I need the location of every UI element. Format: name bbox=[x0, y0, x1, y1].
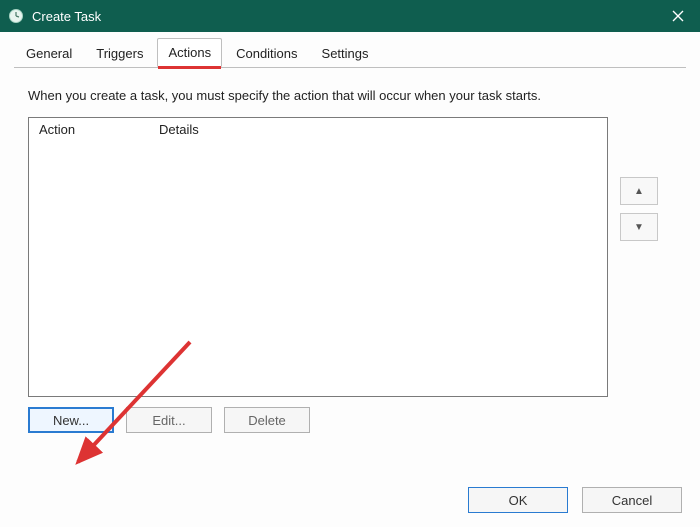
tab-description: When you create a task, you must specify… bbox=[14, 68, 686, 117]
tab-strip: General Triggers Actions Conditions Sett… bbox=[14, 38, 686, 68]
titlebar-controls bbox=[656, 0, 700, 32]
task-scheduler-icon bbox=[8, 8, 24, 24]
titlebar: Create Task bbox=[0, 0, 700, 32]
ok-button[interactable]: OK bbox=[468, 487, 568, 513]
close-button[interactable] bbox=[656, 0, 700, 32]
tab-label: Actions bbox=[168, 45, 211, 60]
button-label: Edit... bbox=[152, 413, 185, 428]
edit-button[interactable]: Edit... bbox=[126, 407, 212, 433]
list-action-buttons: New... Edit... Delete bbox=[14, 397, 686, 433]
column-header-action[interactable]: Action bbox=[39, 122, 159, 137]
actions-list[interactable]: Action Details bbox=[28, 117, 608, 397]
tab-label: Conditions bbox=[236, 46, 297, 61]
button-label: Delete bbox=[248, 413, 286, 428]
move-up-button[interactable]: ▲ bbox=[620, 177, 658, 205]
cancel-button[interactable]: Cancel bbox=[582, 487, 682, 513]
tab-label: Settings bbox=[322, 46, 369, 61]
move-down-button[interactable]: ▼ bbox=[620, 213, 658, 241]
annotation-underline bbox=[158, 66, 221, 69]
actions-list-area: Action Details ▲ ▼ bbox=[14, 117, 686, 397]
chevron-down-icon: ▼ bbox=[634, 222, 644, 233]
dialog-content: General Triggers Actions Conditions Sett… bbox=[0, 32, 700, 527]
window-title: Create Task bbox=[32, 9, 101, 24]
tab-conditions[interactable]: Conditions bbox=[226, 40, 307, 67]
button-label: Cancel bbox=[612, 493, 652, 508]
dialog-footer: OK Cancel bbox=[468, 487, 682, 513]
tab-actions[interactable]: Actions bbox=[157, 38, 222, 67]
titlebar-left: Create Task bbox=[8, 8, 101, 24]
new-button[interactable]: New... bbox=[28, 407, 114, 433]
tab-triggers[interactable]: Triggers bbox=[86, 40, 153, 67]
delete-button[interactable]: Delete bbox=[224, 407, 310, 433]
button-label: New... bbox=[53, 413, 89, 428]
chevron-up-icon: ▲ bbox=[634, 186, 644, 197]
tab-general[interactable]: General bbox=[16, 40, 82, 67]
tab-label: Triggers bbox=[96, 46, 143, 61]
button-label: OK bbox=[509, 493, 528, 508]
list-header: Action Details bbox=[29, 118, 607, 141]
tab-label: General bbox=[26, 46, 72, 61]
tab-settings[interactable]: Settings bbox=[312, 40, 379, 67]
column-header-details[interactable]: Details bbox=[159, 122, 607, 137]
reorder-buttons: ▲ ▼ bbox=[620, 177, 658, 241]
